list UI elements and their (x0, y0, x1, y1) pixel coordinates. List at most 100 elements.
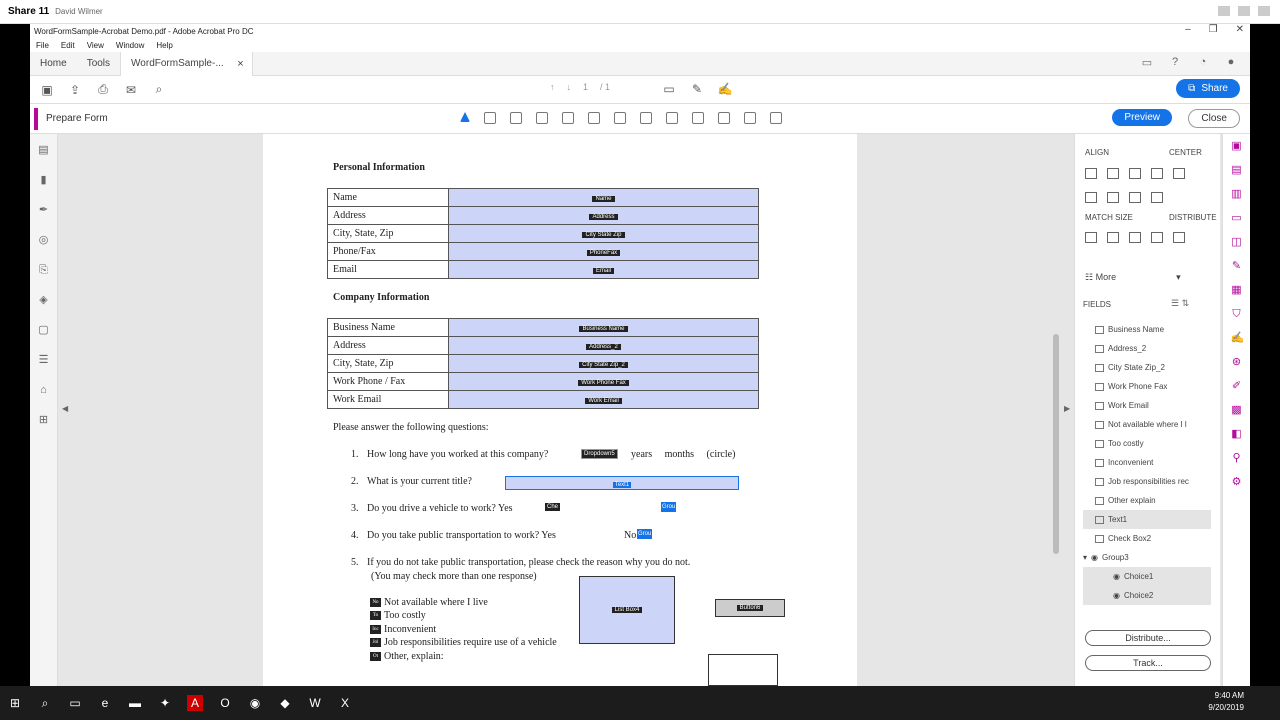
reason-checkbox[interactable]: Inc Inconvenient (370, 624, 436, 635)
form-field[interactable]: Work Email (448, 390, 759, 409)
task-view-icon[interactable]: ▭ (67, 695, 83, 711)
distribute-button[interactable]: Distribute... (1085, 630, 1211, 646)
tab-tools[interactable]: Tools (77, 52, 120, 76)
form-field[interactable]: Work Phone Fax (448, 372, 759, 391)
protect-icon[interactable]: ⛉ (1231, 308, 1243, 320)
outlook-icon[interactable]: O (217, 695, 233, 711)
form-field[interactable]: Business Name (448, 318, 759, 337)
comment-icon[interactable]: ▭ (662, 82, 676, 96)
distribute-vertical-icon[interactable] (1173, 232, 1185, 243)
save-icon[interactable]: ▣ (40, 83, 54, 97)
list-box-tool-icon[interactable] (562, 112, 574, 124)
tab-home[interactable]: Home (30, 52, 77, 76)
align-bottom-icon[interactable] (1129, 192, 1141, 203)
center-horizontal-icon[interactable] (1151, 168, 1163, 179)
signature-tool-icon[interactable] (692, 112, 704, 124)
page-number[interactable]: 1 (583, 82, 588, 92)
compare-icon[interactable]: ◧ (1231, 428, 1243, 440)
radio-tool-icon[interactable] (536, 112, 548, 124)
wrench-icon[interactable]: ⚙ (1231, 476, 1243, 488)
combine-icon[interactable]: ◫ (1231, 236, 1243, 248)
share-controls[interactable] (1218, 6, 1270, 16)
word-icon[interactable]: W (307, 695, 323, 711)
align-middle-icon[interactable] (1107, 192, 1119, 203)
date-tool-icon[interactable] (666, 112, 678, 124)
align-center-icon[interactable] (1107, 168, 1119, 179)
field-item[interactable]: Inconvenient (1083, 453, 1211, 472)
help-icon[interactable]: ? (1168, 56, 1182, 70)
align-right-icon[interactable] (1129, 168, 1141, 179)
field-item[interactable]: ◉ Choice2 (1083, 586, 1211, 605)
bookmark-icon[interactable]: ▮ (38, 174, 50, 186)
sign-tool-icon[interactable]: ✍ (1231, 332, 1245, 344)
tag-icon[interactable]: ⌂ (38, 384, 50, 396)
share-button[interactable]: ⧉ Share (1176, 79, 1240, 98)
field-item[interactable]: Other explain (1083, 491, 1211, 510)
scrollbar-thumb[interactable] (1053, 334, 1059, 554)
sort-icon[interactable]: ☰ ⇅ (1171, 298, 1189, 309)
menu-file[interactable]: File (36, 41, 49, 50)
align-left-icon[interactable] (1085, 168, 1097, 179)
form-field[interactable]: Name (448, 188, 759, 207)
preview-button[interactable]: Preview (1112, 109, 1172, 126)
field-item[interactable]: Address_2 (1083, 339, 1211, 358)
fields-tree-icon[interactable]: ⊞ (38, 414, 50, 426)
distribute-horizontal-icon[interactable] (1151, 232, 1163, 243)
image-tool-icon[interactable] (640, 112, 652, 124)
layers-icon[interactable]: ◎ (38, 234, 50, 246)
bell-icon[interactable]: ◔ (1196, 56, 1210, 70)
restore-icon[interactable] (1238, 6, 1250, 16)
field-item[interactable]: Work Email (1083, 396, 1211, 415)
match-width-icon[interactable] (1085, 232, 1097, 243)
expand-right-panel-icon[interactable]: ▶ (1064, 404, 1070, 413)
certificates-icon[interactable]: ⊛ (1231, 356, 1243, 368)
search-icon[interactable]: ⌕ (37, 695, 53, 711)
track-button[interactable]: Track... (1085, 655, 1211, 671)
button-tool-icon[interactable] (614, 112, 626, 124)
match-both-icon[interactable] (1129, 232, 1141, 243)
form-field[interactable]: City State Zip_2 (448, 354, 759, 373)
checkbox-field[interactable]: Che (545, 503, 561, 511)
signature-panel-icon[interactable]: ✒ (38, 204, 50, 216)
more-menu[interactable]: ☷ More ▾ (1085, 272, 1181, 283)
edge-icon[interactable]: e (97, 695, 113, 711)
export-pdf-icon[interactable]: ▣ (1231, 140, 1243, 152)
search-icon[interactable]: ⌕ (152, 82, 166, 97)
page-down-icon[interactable]: ↓ (567, 82, 572, 92)
create-pdf-icon[interactable]: ▤ (1231, 164, 1243, 176)
field-group[interactable]: ▾ ◉ Group3 (1083, 548, 1211, 567)
page-thumbnails-icon[interactable]: ▤ (38, 144, 50, 156)
field-item[interactable]: Not available where I l (1083, 415, 1211, 434)
field-item[interactable]: Work Phone Fax (1083, 377, 1211, 396)
field-item[interactable]: Text1 (1083, 510, 1211, 529)
chat-icon[interactable]: ▭ (1140, 56, 1154, 70)
menu-edit[interactable]: Edit (61, 41, 75, 50)
edit-pdf-icon[interactable]: ▥ (1231, 188, 1243, 200)
text1-field[interactable]: Text1 (505, 476, 739, 490)
field-item[interactable]: City State Zip_2 (1083, 358, 1211, 377)
checkbox-tool-icon[interactable] (510, 112, 522, 124)
expand-icon[interactable] (1258, 6, 1270, 16)
restore-icon[interactable]: ❐ (1209, 24, 1218, 35)
center-vertical-icon[interactable] (1151, 192, 1163, 203)
vertical-scrollbar[interactable] (1050, 134, 1064, 686)
group-field[interactable]: Grou (637, 529, 653, 539)
scan-icon[interactable]: ▩ (1231, 404, 1243, 416)
form-field[interactable]: Address (448, 206, 759, 225)
redact-icon[interactable]: ✐ (1231, 380, 1243, 392)
group-field[interactable]: Grou (661, 502, 677, 512)
tab-document[interactable]: WordFormSample-... × (120, 51, 253, 76)
stack-icon[interactable]: ◈ (38, 294, 50, 306)
comment-icon[interactable]: ▭ (1231, 212, 1243, 224)
list-box-field[interactable]: List Box4 (579, 576, 675, 644)
dropdown5-field[interactable]: Dropdown5 (581, 449, 618, 459)
close-icon[interactable]: ✕ (1236, 24, 1244, 35)
form-field-box[interactable] (708, 654, 778, 686)
minimize-icon[interactable]: – (1185, 24, 1191, 35)
menu-help[interactable]: Help (156, 41, 172, 50)
print-icon[interactable]: ⎙ (96, 82, 110, 97)
system-clock[interactable]: 9:40 AM 9/20/2019 (1208, 690, 1244, 714)
attachment-icon[interactable]: ⎘ (38, 264, 50, 276)
fill-sign-icon[interactable]: ✎ (1231, 260, 1243, 272)
page-up-icon[interactable]: ↑ (550, 82, 555, 92)
